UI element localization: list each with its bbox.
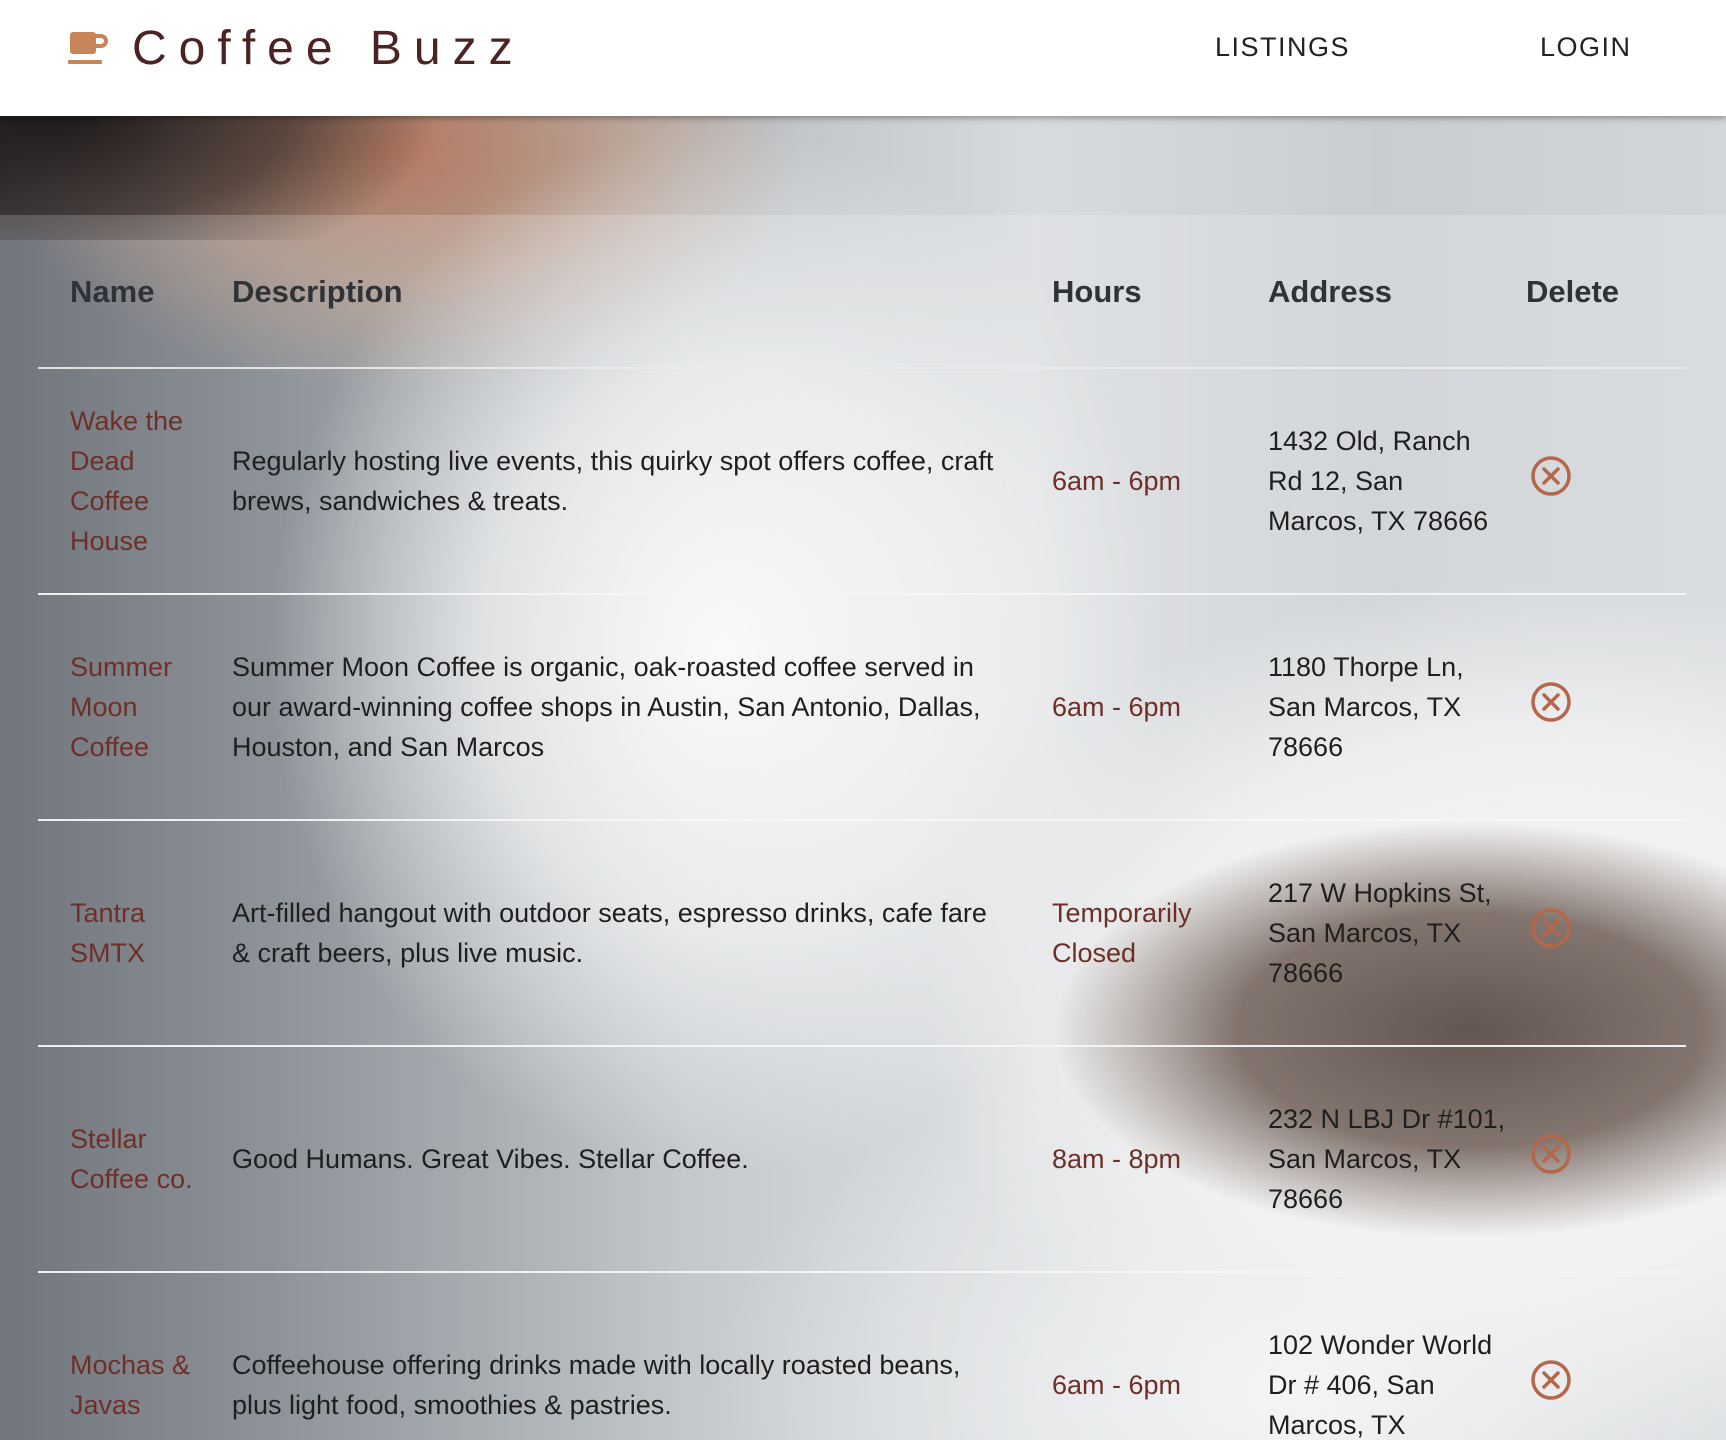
top-navbar: Coffee Buzz LISTINGS LOGIN [0, 0, 1726, 116]
row-description: Summer Moon Coffee is organic, oak-roast… [232, 594, 1052, 821]
listings-table-container: Name Description Hours Address Delete Wa… [38, 216, 1686, 1440]
circle-x-icon[interactable] [1530, 455, 1572, 497]
row-delete-cell [1526, 1046, 1686, 1273]
table-row: Wake the Dead Coffee House Regularly hos… [38, 368, 1686, 595]
row-address: 1432 Old, Ranch Rd 12, San Marcos, TX 78… [1268, 368, 1526, 595]
circle-x-icon[interactable] [1530, 1133, 1572, 1175]
table-row: Stellar Coffee co. Good Humans. Great Vi… [38, 1046, 1686, 1273]
brand[interactable]: Coffee Buzz [68, 21, 525, 75]
circle-x-icon[interactable] [1530, 681, 1572, 723]
nav-listings-link[interactable]: LISTINGS [1215, 32, 1350, 63]
row-hours: 6am - 6pm [1052, 368, 1268, 595]
column-header-hours: Hours [1052, 216, 1268, 369]
circle-x-icon[interactable] [1530, 1359, 1572, 1401]
row-description: Coffeehouse offering drinks made with lo… [232, 1272, 1052, 1440]
table-header-row: Name Description Hours Address Delete [38, 216, 1686, 369]
row-delete-cell [1526, 594, 1686, 821]
table-row: Tantra SMTX Art-filled hangout with outd… [38, 820, 1686, 1047]
row-hours: Temporarily Closed [1052, 820, 1268, 1047]
brand-title: Coffee Buzz [132, 21, 525, 75]
row-delete-cell [1526, 820, 1686, 1047]
row-delete-cell [1526, 368, 1686, 595]
column-header-name: Name [38, 216, 232, 369]
coffee-cup-icon [68, 32, 108, 64]
row-description: Art-filled hangout with outdoor seats, e… [232, 820, 1052, 1047]
row-hours: 6am - 6pm [1052, 1272, 1268, 1440]
row-delete-cell [1526, 1272, 1686, 1440]
table-row: Mochas & Javas Coffeehouse offering drin… [38, 1272, 1686, 1440]
row-name[interactable]: Tantra SMTX [38, 820, 232, 1047]
row-address: 232 N LBJ Dr #101, San Marcos, TX 78666 [1268, 1046, 1526, 1273]
row-name[interactable]: Stellar Coffee co. [38, 1046, 232, 1273]
row-name[interactable]: Wake the Dead Coffee House [38, 368, 232, 595]
circle-x-icon[interactable] [1530, 907, 1572, 949]
row-hours: 6am - 6pm [1052, 594, 1268, 821]
column-header-delete: Delete [1526, 216, 1686, 369]
column-header-address: Address [1268, 216, 1526, 369]
row-address: 1180 Thorpe Ln, San Marcos, TX 78666 [1268, 594, 1526, 821]
table-body: Wake the Dead Coffee House Regularly hos… [38, 368, 1686, 1440]
row-address: 217 W Hopkins St, San Marcos, TX 78666 [1268, 820, 1526, 1047]
row-description: Regularly hosting live events, this quir… [232, 368, 1052, 595]
row-name[interactable]: Summer Moon Coffee [38, 594, 232, 821]
row-name[interactable]: Mochas & Javas [38, 1272, 232, 1440]
table-row: Summer Moon Coffee Summer Moon Coffee is… [38, 594, 1686, 821]
column-header-description: Description [232, 216, 1052, 369]
row-address: 102 Wonder World Dr # 406, San Marcos, T… [1268, 1272, 1526, 1440]
row-hours: 8am - 8pm [1052, 1046, 1268, 1273]
row-description: Good Humans. Great Vibes. Stellar Coffee… [232, 1046, 1052, 1273]
nav-login-link[interactable]: LOGIN [1540, 32, 1632, 63]
listings-table: Name Description Hours Address Delete Wa… [38, 216, 1686, 1440]
